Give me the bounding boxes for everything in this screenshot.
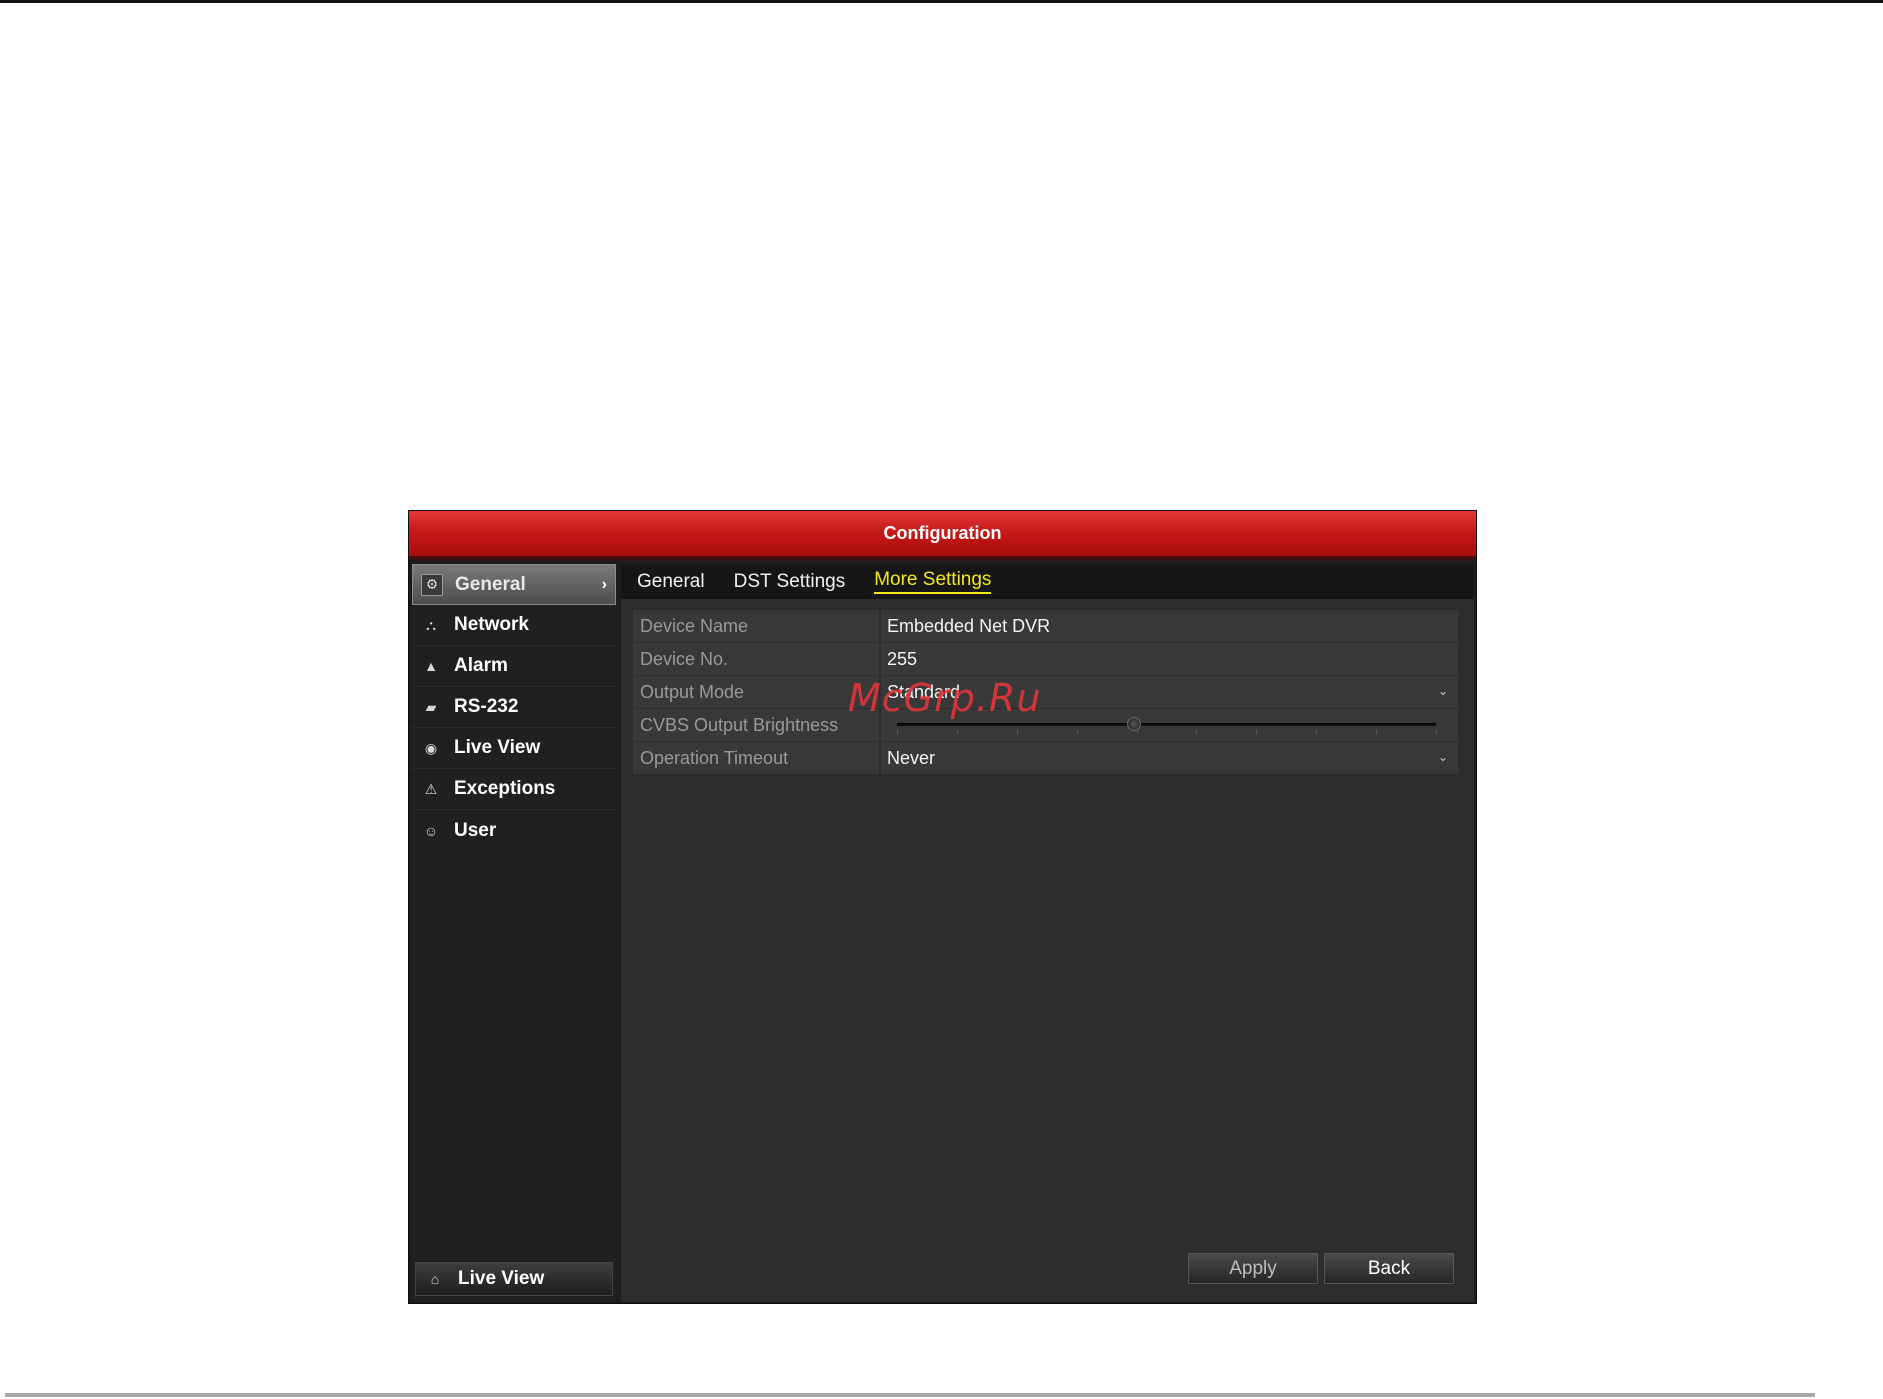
live-view-button-label: Live View	[458, 1268, 545, 1289]
operation-timeout-value: Never	[887, 747, 936, 768]
slider-tick	[897, 729, 898, 734]
device-name-row: Device Name Embedded Net DVR	[633, 610, 1458, 642]
sidebar-item-label: RS-232	[454, 696, 519, 717]
sidebar-item-network[interactable]: ⛬ Network	[412, 605, 616, 646]
network-icon: ⛬	[426, 616, 436, 633]
watermark-text: McGrp.Ru	[848, 676, 1042, 720]
cvbs-brightness-row: CVBS Output Brightness	[633, 709, 1458, 741]
slider-tick	[1316, 729, 1318, 734]
operation-timeout-row: Operation Timeout Never ⌄	[633, 742, 1458, 774]
back-button[interactable]: Back	[1324, 1253, 1454, 1284]
apply-button[interactable]: Apply	[1188, 1253, 1318, 1284]
warning-icon: ⚠	[424, 780, 438, 797]
operation-timeout-label: Operation Timeout	[633, 742, 879, 774]
slider-tick	[1256, 729, 1258, 734]
sidebar-item-rs232[interactable]: ▰ RS-232	[412, 687, 616, 728]
device-name-field[interactable]: Embedded Net DVR	[881, 610, 1458, 642]
chevron-down-icon: ⌄	[1437, 750, 1448, 764]
sidebar-item-live-view[interactable]: ◉ Live View	[412, 728, 616, 769]
slider-tick	[1436, 729, 1437, 734]
slider-track	[897, 723, 1436, 726]
sidebar-item-user[interactable]: ☺ User	[412, 810, 616, 851]
title-divider	[409, 556, 1476, 562]
top-rule	[0, 0, 1883, 3]
tab-dst-settings[interactable]: DST Settings	[734, 571, 846, 593]
gear-icon: ⚙	[421, 573, 443, 596]
sidebar: ⚙ General › ⛬ Network ▲ Alarm ▰ RS-232 ◉…	[412, 564, 616, 1302]
slider-tick	[1016, 729, 1018, 734]
device-no-field[interactable]: 255	[881, 643, 1458, 675]
eye-icon: ◉	[424, 739, 438, 756]
sidebar-item-label: Live View	[454, 737, 541, 758]
configuration-window: Configuration ⚙ General › ⛬ Network ▲ Al…	[408, 510, 1477, 1304]
bottom-rule	[5, 1393, 1815, 1397]
tab-general[interactable]: General	[637, 571, 705, 593]
output-mode-row: Output Mode Standard ⌄	[633, 676, 1458, 708]
settings-form: Device Name Embedded Net DVR Device No. …	[633, 610, 1458, 775]
device-name-label: Device Name	[633, 610, 879, 642]
bell-icon: ▲	[424, 658, 438, 674]
sidebar-item-label: Alarm	[454, 655, 508, 676]
sidebar-item-label: General	[455, 573, 526, 595]
operation-timeout-select[interactable]: Never ⌄	[881, 742, 1458, 774]
sidebar-item-exceptions[interactable]: ⚠ Exceptions	[412, 769, 616, 810]
serial-port-icon: ▰	[425, 698, 437, 715]
sidebar-item-general[interactable]: ⚙ General ›	[412, 564, 616, 605]
slider-tick	[1076, 729, 1078, 734]
users-icon: ☺	[423, 822, 439, 839]
cvbs-brightness-label: CVBS Output Brightness	[633, 709, 879, 741]
tab-bar: General DST Settings More Settings	[621, 564, 1474, 599]
home-icon: ⌂	[430, 1271, 440, 1287]
slider-tick	[956, 729, 958, 734]
output-mode-label: Output Mode	[633, 676, 879, 708]
slider-tick	[1376, 729, 1378, 734]
chevron-right-icon: ›	[601, 575, 607, 593]
sidebar-item-alarm[interactable]: ▲ Alarm	[412, 646, 616, 687]
sidebar-item-label: Exceptions	[454, 778, 556, 799]
sidebar-item-label: User	[454, 819, 497, 841]
device-no-row: Device No. 255	[633, 643, 1458, 675]
live-view-button[interactable]: ⌂ Live View	[415, 1262, 613, 1296]
tab-more-settings[interactable]: More Settings	[874, 569, 992, 594]
main-panel: General DST Settings More Settings Devic…	[621, 564, 1474, 1302]
chevron-down-icon: ⌄	[1437, 684, 1448, 698]
slider-ticks	[897, 729, 1437, 735]
window-title: Configuration	[883, 523, 1002, 543]
sidebar-item-label: Network	[454, 614, 529, 635]
slider-tick	[1196, 729, 1198, 734]
device-no-label: Device No.	[633, 643, 879, 675]
title-bar: Configuration	[409, 511, 1476, 556]
